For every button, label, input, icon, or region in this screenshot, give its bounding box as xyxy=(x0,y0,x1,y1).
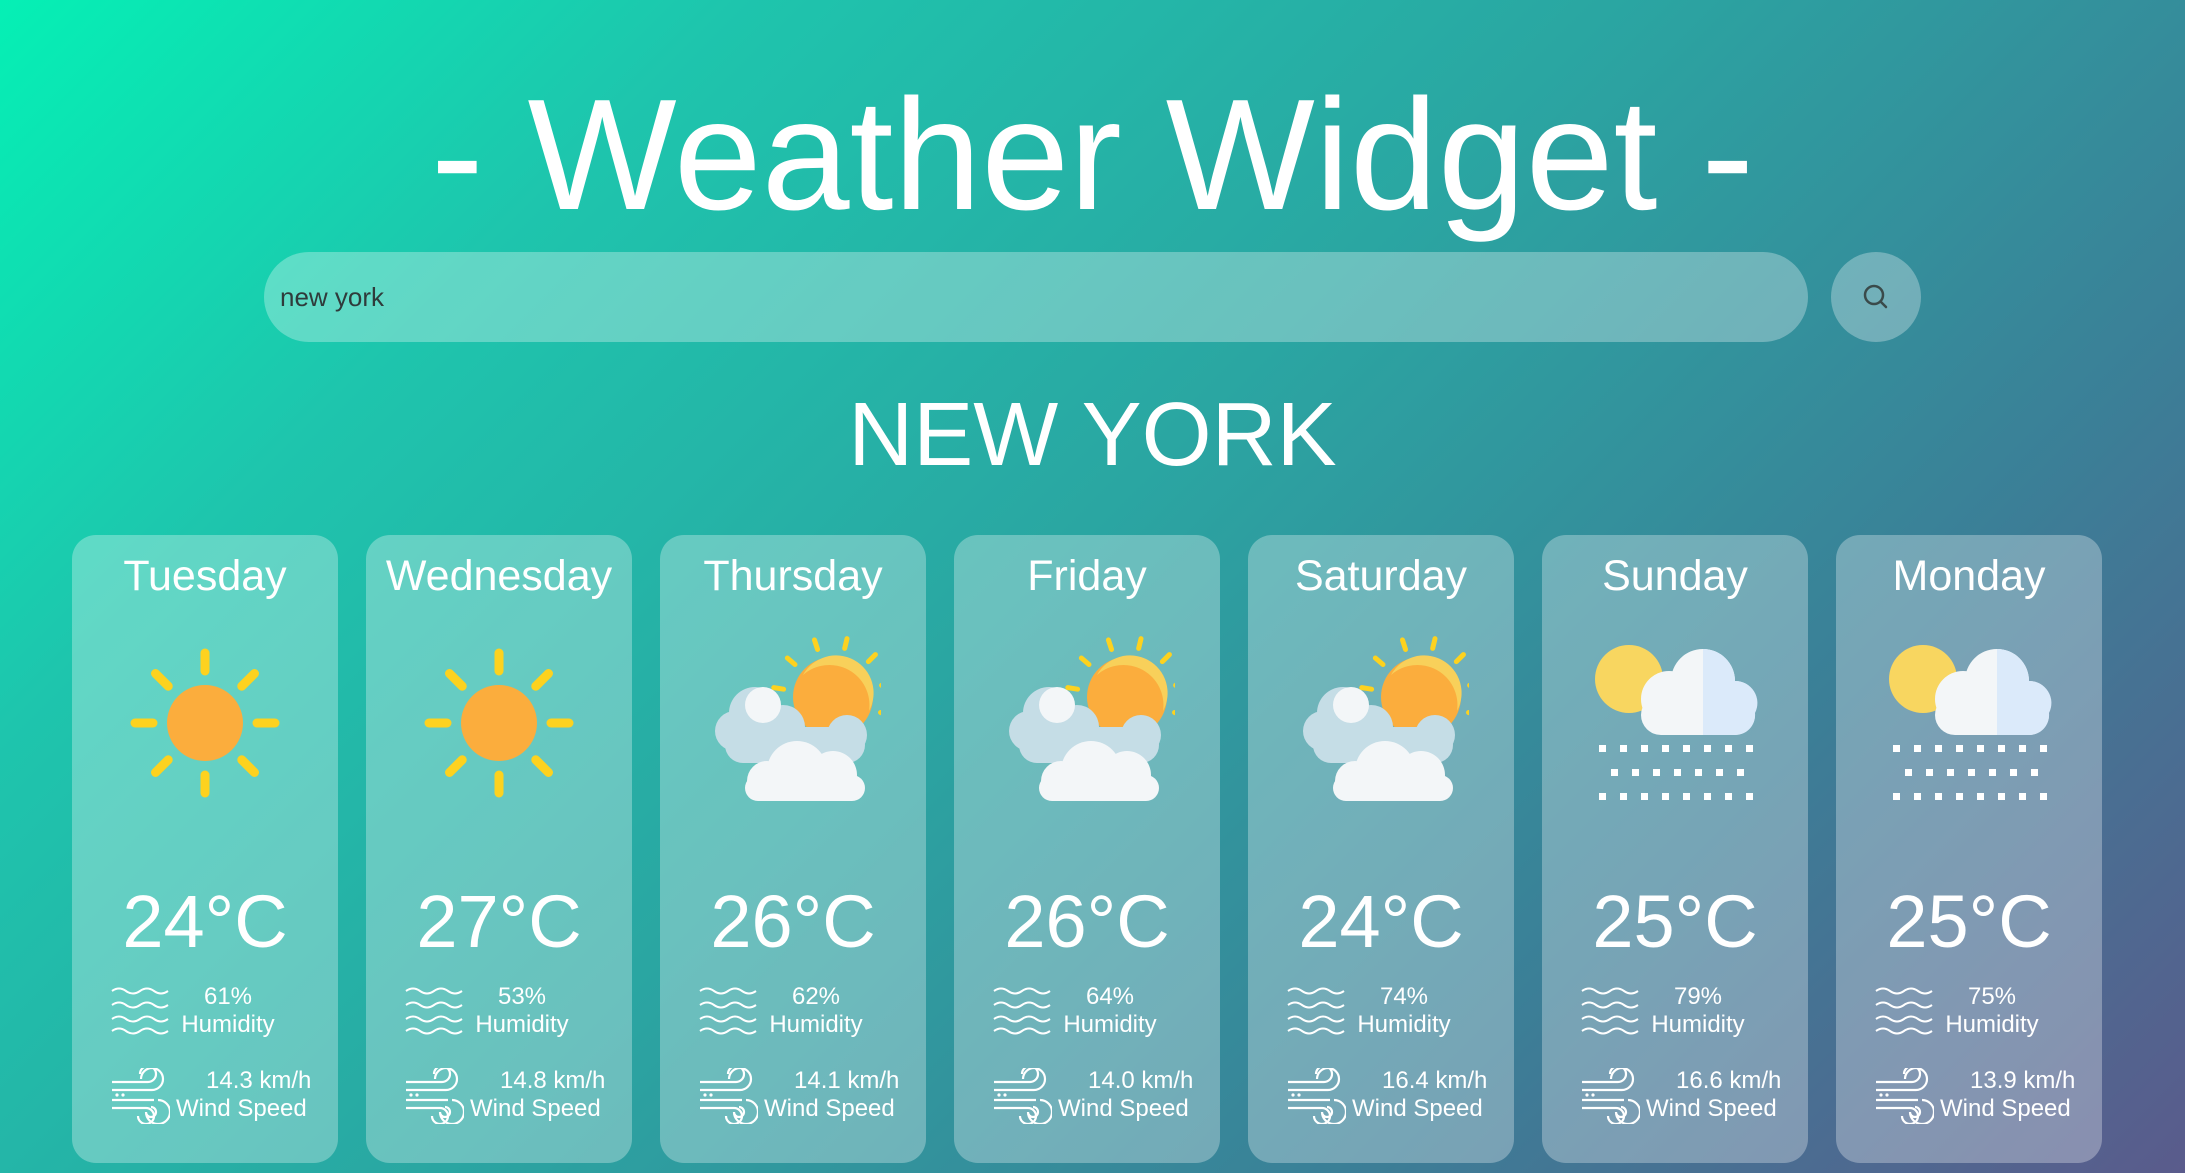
wind-icon xyxy=(1288,1068,1346,1124)
partly-cloudy-icon xyxy=(999,635,1188,811)
humidity-info: 79% Humidity xyxy=(1648,983,1748,1039)
humidity-info: 53% Humidity xyxy=(472,983,572,1039)
city-name: NEW YORK xyxy=(848,385,1337,485)
wind-value: 14.1 km/h xyxy=(794,1067,900,1094)
forecast-card-friday: Friday 26°C 64% Humidity 14.0 km/h Wind … xyxy=(954,535,1220,1163)
forecast-day: Friday xyxy=(1027,552,1147,600)
wind-label: Wind Speed xyxy=(1352,1095,1483,1122)
forecast-card-wednesday: Wednesday 27°C 53% Humidity 14.8 km/h Wi… xyxy=(366,535,632,1163)
forecast-card-sunday: Sunday 25°C 79% Humidity 16.6 km/h Wind … xyxy=(1542,535,1808,1163)
search-input[interactable] xyxy=(264,252,1808,342)
forecast-temperature: 26°C xyxy=(1004,880,1170,963)
wind-icon xyxy=(994,1068,1052,1124)
partly-cloudy-icon xyxy=(705,635,894,811)
humidity-icon xyxy=(405,987,463,1035)
forecast-day: Tuesday xyxy=(123,552,287,600)
wind-icon xyxy=(700,1068,758,1124)
page-title: - Weather Widget - xyxy=(431,67,1754,243)
humidity-label: Humidity xyxy=(1651,1011,1745,1038)
search-button[interactable] xyxy=(1831,252,1921,342)
humidity-label: Humidity xyxy=(769,1011,863,1038)
wind-value: 16.6 km/h xyxy=(1676,1067,1782,1094)
wind-info: 16.4 km/h Wind Speed xyxy=(1352,1067,1514,1123)
humidity-value: 64% xyxy=(1085,983,1135,1010)
forecast-day: Monday xyxy=(1892,552,2046,600)
wind-icon xyxy=(406,1068,464,1124)
humidity-value: 61% xyxy=(203,983,253,1010)
wind-label: Wind Speed xyxy=(1940,1095,2071,1122)
forecast-day: Saturday xyxy=(1294,552,1468,600)
sun-icon xyxy=(117,635,293,811)
wind-info: 14.3 km/h Wind Speed xyxy=(176,1067,338,1123)
forecast-day: Thursday xyxy=(703,552,883,600)
humidity-label: Humidity xyxy=(181,1011,275,1038)
wind-info: 14.8 km/h Wind Speed xyxy=(470,1067,632,1123)
forecast-card-saturday: Saturday 24°C 74% Humidity 16.4 km/h Win… xyxy=(1248,535,1514,1163)
humidity-label: Humidity xyxy=(1063,1011,1157,1038)
humidity-icon xyxy=(699,987,757,1035)
humidity-value: 62% xyxy=(791,983,841,1010)
forecast-temperature: 25°C xyxy=(1886,880,2052,963)
humidity-icon xyxy=(111,987,169,1035)
snow-icon xyxy=(1881,635,2057,811)
wind-info: 14.0 km/h Wind Speed xyxy=(1058,1067,1220,1123)
wind-label: Wind Speed xyxy=(470,1095,601,1122)
humidity-info: 62% Humidity xyxy=(766,983,866,1039)
wind-label: Wind Speed xyxy=(1646,1095,1777,1122)
wind-label: Wind Speed xyxy=(1058,1095,1189,1122)
humidity-value: 53% xyxy=(497,983,547,1010)
snow-icon xyxy=(1587,635,1763,811)
humidity-label: Humidity xyxy=(1945,1011,2039,1038)
forecast-card-monday: Monday 25°C 75% Humidity 13.9 km/h Wind … xyxy=(1836,535,2102,1163)
forecast-temperature: 24°C xyxy=(122,880,288,963)
wind-value: 13.9 km/h xyxy=(1970,1067,2076,1094)
forecast-temperature: 24°C xyxy=(1298,880,1464,963)
humidity-icon xyxy=(1287,987,1345,1035)
forecast-card-thursday: Thursday 26°C 62% Humidity 14.1 km/h Win… xyxy=(660,535,926,1163)
forecast-day: Wednesday xyxy=(385,552,613,600)
wind-label: Wind Speed xyxy=(176,1095,307,1122)
wind-value: 14.8 km/h xyxy=(500,1067,606,1094)
wind-info: 16.6 km/h Wind Speed xyxy=(1646,1067,1808,1123)
humidity-info: 64% Humidity xyxy=(1060,983,1160,1039)
forecast-day: Sunday xyxy=(1602,552,1748,600)
forecast-temperature: 25°C xyxy=(1592,880,1758,963)
humidity-value: 74% xyxy=(1379,983,1429,1010)
humidity-icon xyxy=(1875,987,1933,1035)
humidity-label: Humidity xyxy=(1357,1011,1451,1038)
sun-icon xyxy=(411,635,587,811)
humidity-value: 79% xyxy=(1673,983,1723,1010)
humidity-icon xyxy=(993,987,1051,1035)
wind-info: 13.9 km/h Wind Speed xyxy=(1940,1067,2102,1123)
humidity-label: Humidity xyxy=(475,1011,569,1038)
wind-icon xyxy=(112,1068,170,1124)
wind-value: 14.0 km/h xyxy=(1088,1067,1194,1094)
partly-cloudy-icon xyxy=(1293,635,1482,811)
wind-value: 14.3 km/h xyxy=(206,1067,312,1094)
humidity-info: 74% Humidity xyxy=(1354,983,1454,1039)
wind-value: 16.4 km/h xyxy=(1382,1067,1488,1094)
humidity-value: 75% xyxy=(1967,983,2017,1010)
wind-info: 14.1 km/h Wind Speed xyxy=(764,1067,926,1123)
humidity-info: 61% Humidity xyxy=(178,983,278,1039)
wind-icon xyxy=(1876,1068,1934,1124)
forecast-temperature: 27°C xyxy=(416,880,582,963)
wind-label: Wind Speed xyxy=(764,1095,895,1122)
wind-icon xyxy=(1582,1068,1640,1124)
forecast-card-tuesday: Tuesday 24°C 61% Humidity 14.3 km/h Wind… xyxy=(72,535,338,1163)
search-icon xyxy=(1863,284,1888,309)
humidity-info: 75% Humidity xyxy=(1942,983,2042,1039)
humidity-icon xyxy=(1581,987,1639,1035)
forecast-temperature: 26°C xyxy=(710,880,876,963)
